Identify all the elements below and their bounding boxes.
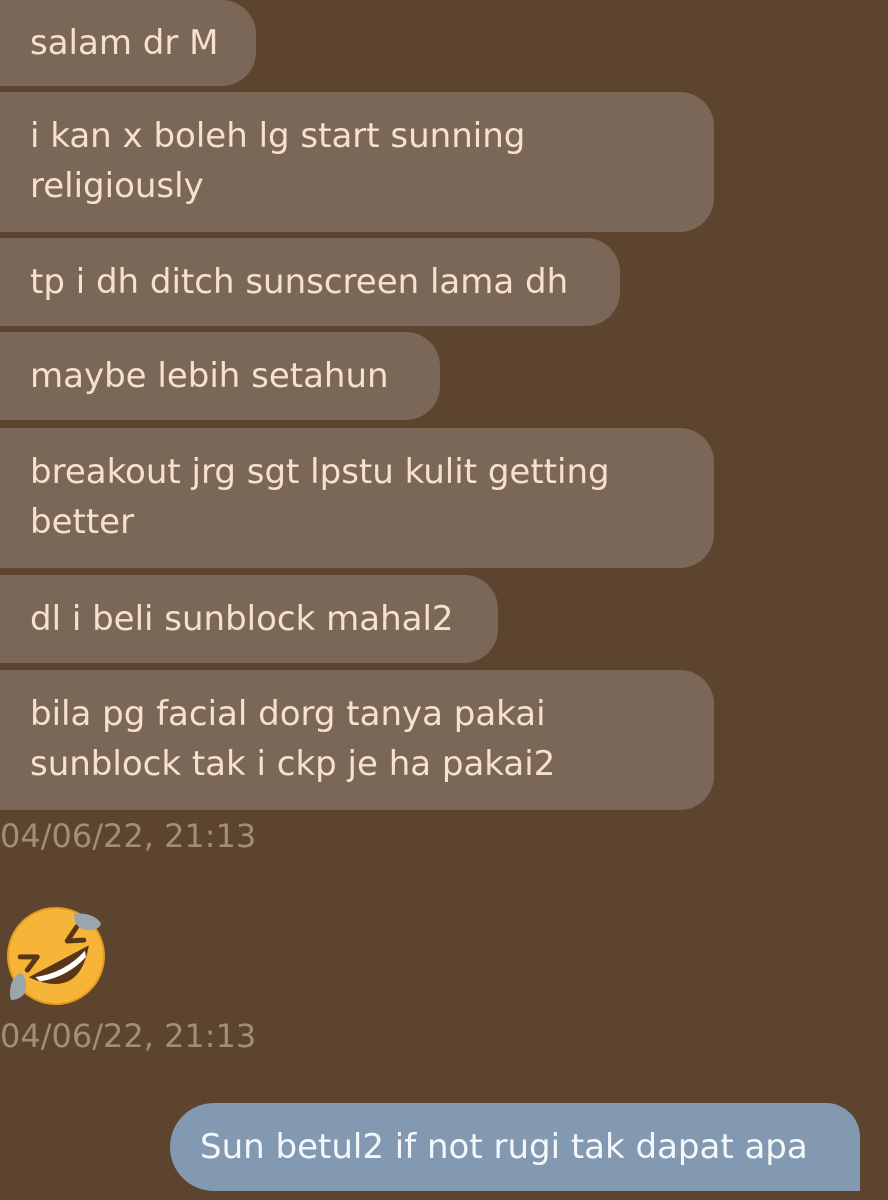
incoming-message[interactable]: tp i dh ditch sunscreen lama dh (0, 238, 620, 326)
incoming-message[interactable]: dl i beli sunblock mahal2 (0, 575, 498, 663)
incoming-message[interactable]: i kan x boleh lg start sunning religious… (0, 92, 714, 232)
message-text: salam dr M (30, 23, 219, 63)
message-text: maybe lebih setahun (30, 356, 389, 396)
message-text: dl i beli sunblock mahal2 (30, 599, 454, 639)
incoming-message[interactable]: maybe lebih setahun (0, 332, 440, 420)
rolling-on-the-floor-laughing-emoji-icon[interactable] (0, 904, 112, 1006)
message-text: tp i dh ditch sunscreen lama dh (30, 262, 569, 302)
incoming-message[interactable]: bila pg facial dorg tanya pakai sunblock… (0, 670, 714, 810)
outgoing-message[interactable]: Sun betul2 if not rugi tak dapat apa (170, 1103, 860, 1191)
message-text: bila pg facial dorg tanya pakai sunblock… (30, 694, 556, 784)
message-timestamp: 04/06/22, 21:13 (0, 1017, 257, 1055)
message-text: i kan x boleh lg start sunning religious… (30, 116, 526, 206)
chat-thread: salam dr M i kan x boleh lg start sunnin… (0, 0, 888, 1200)
message-text: breakout jrg sgt lpstu kulit getting bet… (30, 452, 610, 542)
incoming-message[interactable]: breakout jrg sgt lpstu kulit getting bet… (0, 428, 714, 568)
message-text: Sun betul2 if not rugi tak dapat apa (200, 1127, 808, 1167)
message-timestamp: 04/06/22, 21:13 (0, 817, 257, 855)
incoming-message[interactable]: salam dr M (0, 0, 256, 86)
